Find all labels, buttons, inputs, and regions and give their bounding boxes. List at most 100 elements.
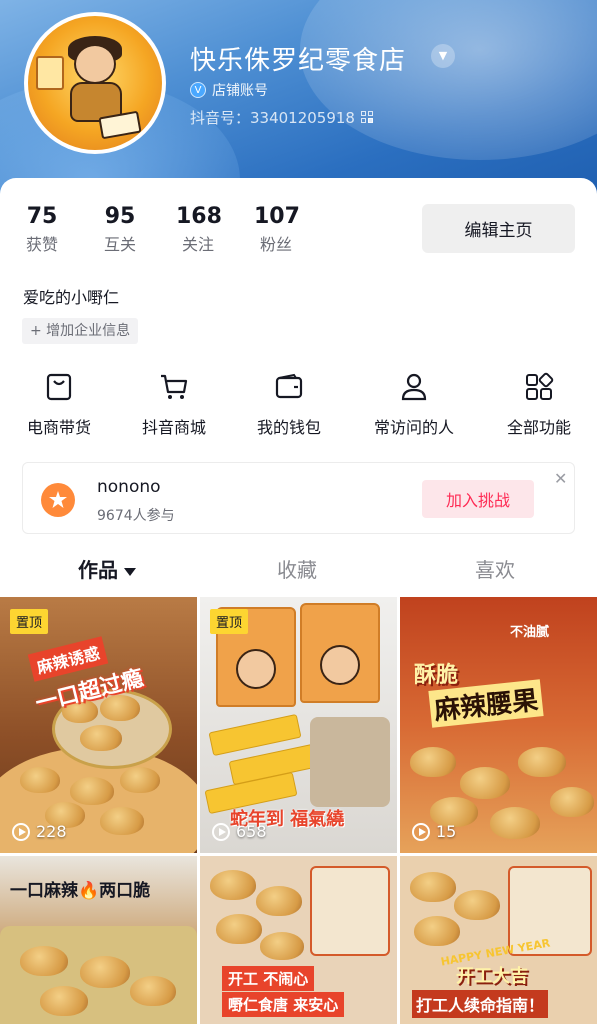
- shortcut-label: 常访问的人: [373, 418, 454, 437]
- tab-label: 作品: [78, 558, 118, 582]
- shortcut-label: 电商带货: [26, 418, 91, 437]
- add-enterprise-info-button[interactable]: + 增加企业信息: [22, 318, 139, 344]
- tab-favorites[interactable]: 收藏: [277, 554, 317, 583]
- snack-box: [310, 866, 390, 956]
- cashew: [80, 956, 130, 988]
- shortcut-ecommerce[interactable]: 电商带货: [4, 372, 114, 438]
- play-icon: [412, 822, 430, 841]
- cashew: [256, 886, 302, 916]
- stat-value: 168: [176, 204, 222, 229]
- snack-box: [310, 717, 390, 807]
- cashew: [460, 767, 510, 799]
- cashew: [210, 870, 256, 900]
- shortcut-label: 抖音商城: [141, 418, 206, 437]
- challenge-icon: [41, 483, 75, 517]
- avatar-image: [28, 16, 162, 150]
- stat-following[interactable]: 168 关注: [176, 204, 222, 255]
- stat-followers[interactable]: 107 粉丝: [254, 204, 300, 255]
- pinned-badge: 置顶: [210, 609, 249, 634]
- cashew: [490, 807, 540, 839]
- shortcut-label: 全部功能: [506, 418, 571, 437]
- stat-value: 107: [254, 204, 300, 229]
- douyin-id[interactable]: 抖音号：33401205918: [190, 107, 374, 128]
- account-badge[interactable]: V 店铺账号: [190, 80, 268, 100]
- snack-bag: [300, 603, 380, 703]
- video-caption: 一口麻辣🔥两口脆: [10, 881, 151, 901]
- play-count: 15: [412, 822, 456, 841]
- chevron-down-icon[interactable]: ▼: [431, 44, 455, 68]
- cashew: [20, 946, 68, 976]
- shortcut-wallet[interactable]: 我的钱包: [234, 372, 344, 438]
- cashew: [40, 986, 88, 1016]
- video-caption: 嘢仁食唐 来安心: [222, 992, 345, 1017]
- shortcut-all-functions[interactable]: 全部功能: [484, 372, 594, 438]
- cashew: [130, 976, 176, 1006]
- pinned-badge: 置顶: [10, 609, 49, 634]
- cashew: [260, 932, 304, 960]
- stat-likes[interactable]: 75 获赞: [22, 204, 62, 255]
- shortcut-frequent-visitors[interactable]: 常访问的人: [359, 372, 469, 438]
- shortcut-label: 我的钱包: [256, 418, 321, 437]
- tab-label: 喜欢: [475, 558, 515, 582]
- cashew: [80, 725, 122, 751]
- cashew: [70, 777, 114, 805]
- cashew: [518, 747, 566, 777]
- video-caption: 酥脆: [414, 663, 459, 688]
- close-icon[interactable]: ✕: [554, 469, 567, 488]
- stat-mutual[interactable]: 95 互关: [100, 204, 140, 255]
- challenge-title: nonono: [97, 477, 161, 497]
- verified-icon: V: [190, 82, 206, 98]
- video-caption: 开工大吉: [456, 966, 528, 987]
- cashew: [20, 767, 60, 793]
- avatar-face: [74, 44, 116, 84]
- video-tile[interactable]: 蛇年到 福氣繞 置顶 658: [200, 597, 397, 853]
- stat-label: 互关: [103, 235, 136, 254]
- cashew: [120, 767, 160, 793]
- avatar[interactable]: [24, 12, 166, 154]
- play-icon: [12, 822, 30, 841]
- shopping-bag-icon: [46, 373, 72, 401]
- tab-likes[interactable]: 喜欢: [475, 554, 515, 583]
- caret-down-icon: [124, 567, 136, 576]
- wallet-icon: [275, 373, 303, 399]
- video-caption: 开工 不闹心: [222, 966, 315, 991]
- cart-icon: [161, 374, 188, 399]
- video-tile[interactable]: 一口麻辣🔥两口脆: [0, 856, 197, 1024]
- cashew: [454, 890, 500, 920]
- store-name: 快乐侏罗纪零食店: [190, 46, 407, 76]
- qr-code-icon: [360, 111, 374, 124]
- shortcut-douyin-mall[interactable]: 抖音商城: [119, 372, 229, 438]
- stat-label: 关注: [181, 235, 214, 254]
- video-caption: 打工人续命指南！: [412, 990, 549, 1018]
- edit-profile-button[interactable]: 编辑主页: [422, 204, 575, 253]
- stat-value: 95: [104, 204, 136, 229]
- challenge-participants: 9674人参与: [97, 508, 175, 524]
- cashew: [216, 914, 262, 944]
- video-tile[interactable]: 麻辣诱惑 一口超过瘾 置顶 228: [0, 597, 197, 853]
- tab-label: 收藏: [277, 558, 317, 582]
- stat-label: 粉丝: [259, 235, 292, 254]
- challenge-card[interactable]: nonono 9674人参与 加入挑战 ✕: [22, 462, 575, 534]
- play-count-value: 658: [236, 822, 267, 841]
- play-count: 228: [12, 822, 67, 841]
- tab-works[interactable]: 作品: [78, 554, 136, 583]
- grid-icon: [526, 372, 554, 400]
- cashew: [550, 787, 594, 817]
- play-icon: [212, 822, 230, 841]
- join-challenge-button[interactable]: 加入挑战: [422, 480, 534, 518]
- play-count: 658: [212, 822, 267, 841]
- video-caption: 不油腻: [510, 625, 550, 640]
- cashew: [100, 807, 144, 835]
- cashew: [410, 747, 456, 777]
- video-tile[interactable]: 酥脆 不油腻 麻辣腰果 15: [400, 597, 597, 853]
- person-icon: [401, 373, 427, 401]
- video-tile[interactable]: HAPPY NEW YEAR 开工大吉 打工人续命指南！: [400, 856, 597, 1024]
- header-glow: [300, 0, 597, 160]
- stat-value: 75: [26, 204, 58, 229]
- cashew: [414, 916, 460, 946]
- play-count-value: 228: [36, 822, 67, 841]
- play-count-value: 15: [436, 822, 457, 841]
- douyin-id-text: 抖音号：33401205918: [190, 109, 355, 127]
- video-tile[interactable]: 开工 不闹心 嘢仁食唐 来安心: [200, 856, 397, 1024]
- avatar-snack-box: [36, 56, 64, 90]
